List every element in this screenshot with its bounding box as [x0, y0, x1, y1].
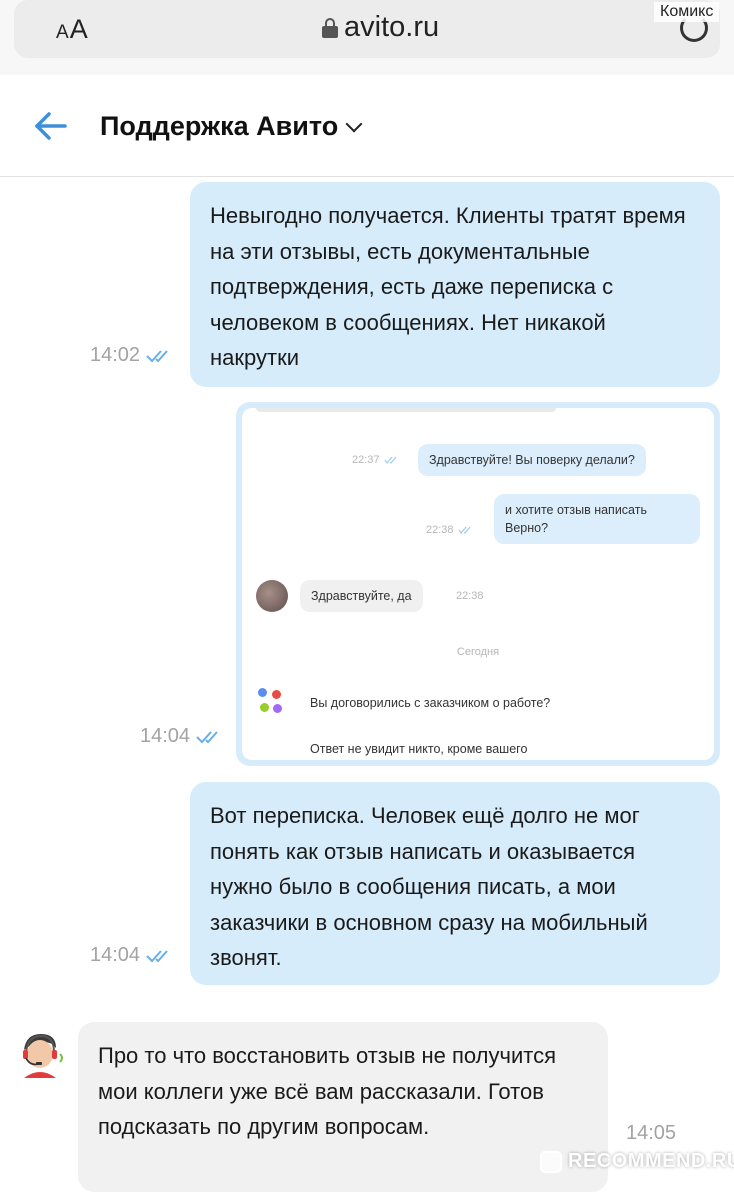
browser-toolbar: AA avito.ru Комикс — [0, 0, 734, 75]
support-agent-avatar — [15, 1029, 65, 1079]
address-bar[interactable]: AA avito.ru — [14, 0, 720, 58]
outgoing-message[interactable]: Невыгодно получается. Клиенты тратят вре… — [190, 182, 720, 387]
contact-avatar — [256, 580, 288, 612]
url-display[interactable]: avito.ru — [322, 11, 439, 44]
read-checkmarks-icon — [146, 349, 168, 362]
avito-logo-icon — [258, 688, 286, 718]
image-attachment[interactable]: 22:37 Здравствуйте! Вы поверку делали? 2… — [236, 402, 720, 766]
back-arrow-icon[interactable] — [34, 111, 68, 141]
embedded-outgoing-message: и хотите отзыв написать Верно? — [494, 494, 700, 544]
chat-title[interactable]: Поддержка Авито — [100, 111, 363, 142]
message-meta: 14:04 — [140, 725, 222, 748]
watermark-label: Комикс — [654, 2, 720, 22]
embedded-time: 22:37 — [352, 454, 398, 466]
embedded-time: 22:38 — [456, 590, 484, 602]
cropped-message — [256, 408, 556, 412]
chat-header: Поддержка Авито — [0, 75, 734, 177]
lock-icon — [322, 17, 338, 38]
message-time: 14:02 — [90, 344, 141, 366]
text-size-button[interactable]: AA — [56, 14, 89, 45]
message-time: 14:04 — [90, 944, 141, 966]
date-separator: Сегодня — [456, 646, 500, 658]
read-checkmarks-icon — [146, 949, 168, 962]
message-text: Невыгодно получается. Клиенты тратят вре… — [210, 203, 686, 370]
chevron-down-icon — [345, 115, 363, 132]
message-text: Про то что восстановить отзыв не получит… — [98, 1043, 556, 1139]
screenshot-image: 22:37 Здравствуйте! Вы поверку делали? 2… — [242, 408, 714, 760]
read-checkmarks-icon — [196, 730, 218, 743]
watermark-logo-icon — [540, 1150, 562, 1173]
outgoing-message[interactable]: Вот переписка. Человек ещё долго не мог … — [190, 782, 720, 985]
embedded-time: 22:38 — [426, 524, 472, 536]
embedded-note: Ответ не увидит никто, кроме вашего — [310, 742, 528, 756]
message-meta: 14:04 — [90, 944, 172, 967]
incoming-message[interactable]: Про то что восстановить отзыв не получит… — [78, 1022, 608, 1192]
message-time: 14:05 — [626, 1122, 677, 1144]
embedded-outgoing-message: Здравствуйте! Вы поверку делали? — [418, 444, 646, 476]
read-checkmarks-icon — [458, 526, 470, 534]
read-checkmarks-icon — [384, 456, 396, 464]
message-meta: 14:02 — [90, 344, 172, 367]
embedded-question: Вы договорились с заказчиком о работе? — [310, 696, 551, 710]
embedded-incoming-message: Здравствуйте, да — [300, 580, 423, 612]
watermark: RECOMMEND.RU — [540, 1150, 734, 1173]
url-text: avito.ru — [344, 11, 440, 43]
message-text: Вот переписка. Человек ещё долго не мог … — [210, 803, 648, 970]
message-time: 14:04 — [140, 725, 191, 747]
